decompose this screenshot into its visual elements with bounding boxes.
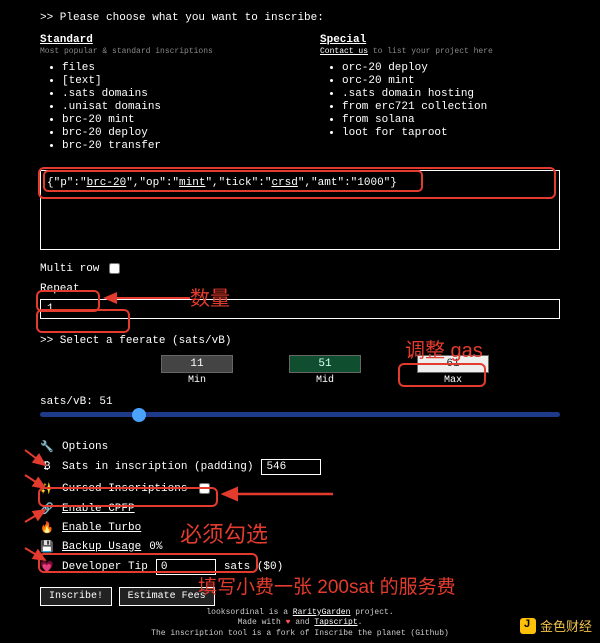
special-title: Special [320,34,560,46]
backup-value: 0% [149,541,162,553]
padding-input[interactable] [261,459,321,475]
tip-input[interactable] [156,559,216,575]
backup-label[interactable]: Backup Usage [62,541,141,553]
repeat-label: Repeat [40,283,560,295]
list-item[interactable]: .unisat domains [62,101,280,113]
feerate-min-value: 11 [161,355,233,373]
list-item[interactable]: orc-20 deploy [342,62,560,74]
special-subtitle: Contact us to list your project here [320,47,560,56]
page-prompt: >> Please choose what you want to inscri… [40,12,560,24]
slider-knob-icon[interactable] [132,408,146,422]
cpfp-label[interactable]: Enable CPFP [62,503,135,515]
list-item[interactable]: brc-20 transfer [62,140,280,152]
contact-link[interactable]: Contact us [320,47,368,56]
repeat-input[interactable] [40,299,560,319]
list-item[interactable]: files [62,62,280,74]
padding-label: Sats in inscription (padding) [62,461,253,473]
annotation-box-json-inner [43,170,423,192]
options-header: Options [62,441,108,453]
feerate-current: sats/vB: 51 [40,396,560,408]
watermark: 金色财经 [520,616,592,635]
footer: looksordinal is a RarityGarden project. … [0,608,600,639]
chain-icon: 🔗 [40,502,54,516]
btc-icon: ₿ [40,461,54,473]
feerate-max-button[interactable]: 61 Max [417,355,489,386]
feerate-mid-value: 51 [289,355,361,373]
feerate-max-value: 61 [417,355,489,373]
cursed-label: Cursed Inscriptions [62,483,187,495]
tip-label: Developer Tip [62,561,148,573]
watermark-text: 金色财经 [540,616,592,635]
list-item[interactable]: .sats domain hosting [342,88,560,100]
disk-icon: 💾 [40,540,54,554]
standard-title: Standard [40,34,280,46]
feerate-mid-label: Mid [289,375,361,386]
list-item[interactable]: from solana [342,114,560,126]
list-item[interactable]: loot for taproot [342,127,560,139]
multirow-label: Multi row [40,263,99,275]
feerate-min-button[interactable]: 11 Min [161,355,233,386]
list-item[interactable]: [text] [62,75,280,87]
estimate-fees-button[interactable]: Estimate Fees [119,587,215,606]
list-item[interactable]: from erc721 collection [342,101,560,113]
list-item[interactable]: .sats domains [62,88,280,100]
wrench-icon: 🔧 [40,440,54,454]
list-item[interactable]: brc-20 mint [62,114,280,126]
tip-suffix: sats ($0) [224,561,283,573]
cursed-icon: ✨ [40,482,54,496]
list-item[interactable]: orc-20 mint [342,75,560,87]
standard-subtitle: Most popular & standard inscriptions [40,47,280,56]
cursed-checkbox[interactable] [199,483,210,494]
turbo-label[interactable]: Enable Turbo [62,522,141,534]
feerate-slider[interactable] [40,412,560,426]
list-item[interactable]: brc-20 deploy [62,127,280,139]
special-list: orc-20 deploy orc-20 mint .sats domain h… [320,62,560,139]
standard-list: files [text] .sats domains .unisat domai… [40,62,280,152]
feerate-label: >> Select a feerate (sats/vB) [40,335,560,347]
multirow-checkbox[interactable] [109,263,120,274]
contact-suffix: to list your project here [368,47,493,56]
feerate-min-label: Min [161,375,233,386]
fire-icon: 🔥 [40,521,54,535]
special-column: Special Contact us to list your project … [320,34,560,162]
standard-column: Standard Most popular & standard inscrip… [40,34,280,162]
watermark-logo-icon [520,618,536,634]
raritygarden-link[interactable]: RarityGarden [293,608,351,617]
feerate-max-label: Max [417,375,489,386]
tapscript-link[interactable]: Tapscript [314,618,357,627]
feerate-mid-button[interactable]: 51 Mid [289,355,361,386]
inscribe-button[interactable]: Inscribe! [40,587,112,606]
heart-icon: 💗 [40,560,54,574]
